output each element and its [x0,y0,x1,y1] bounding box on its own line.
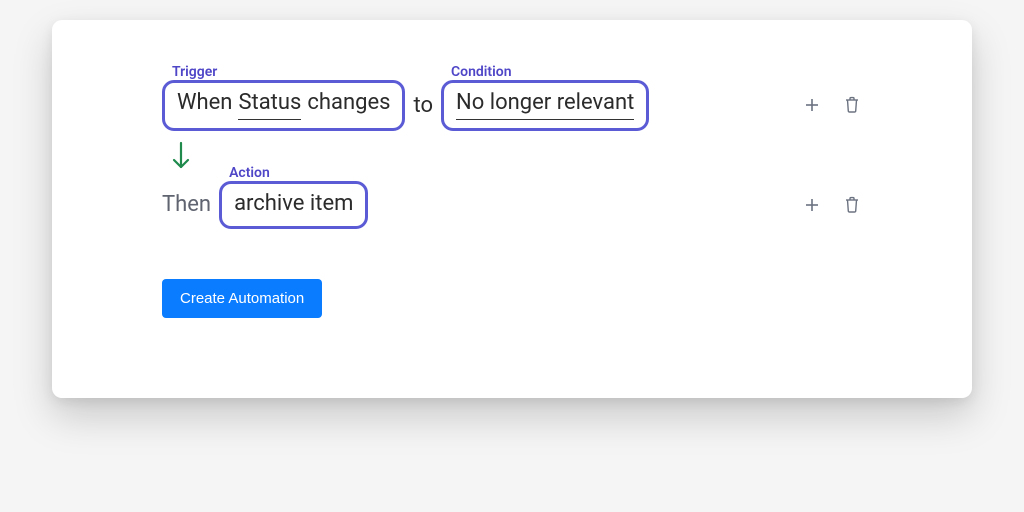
trigger-condition-group: Trigger When Status changes to Condition… [162,80,649,131]
condition-label: Condition [451,64,512,80]
action-chip-wrap: Action archive item [219,181,368,230]
add-icon[interactable] [802,195,822,215]
condition-chip[interactable]: No longer relevant [441,80,649,131]
action-row: Then Action archive item [162,181,862,230]
connector-to: to [411,93,435,118]
trigger-prefix: When [177,89,232,118]
row1-actions [802,95,862,115]
then-text: Then [162,192,211,217]
trash-icon[interactable] [842,95,862,115]
action-chip[interactable]: archive item [219,181,368,230]
trigger-field[interactable]: Status [238,89,301,120]
trigger-verb: changes [307,89,390,118]
trigger-label: Trigger [172,64,217,80]
trigger-chip[interactable]: When Status changes [162,80,405,131]
trigger-condition-row: Trigger When Status changes to Condition… [162,80,862,131]
action-value[interactable]: archive item [234,190,353,219]
add-icon[interactable] [802,95,822,115]
action-group: Then Action archive item [162,181,368,230]
action-label: Action [229,165,270,181]
automation-builder-card: Trigger When Status changes to Condition… [52,20,972,398]
row2-actions [802,195,862,215]
create-automation-button[interactable]: Create Automation [162,279,322,318]
condition-value[interactable]: No longer relevant [456,89,634,120]
trash-icon[interactable] [842,195,862,215]
condition-chip-wrap: Condition No longer relevant [441,80,649,131]
arrow-down-icon [170,141,862,171]
trigger-chip-wrap: Trigger When Status changes [162,80,405,131]
